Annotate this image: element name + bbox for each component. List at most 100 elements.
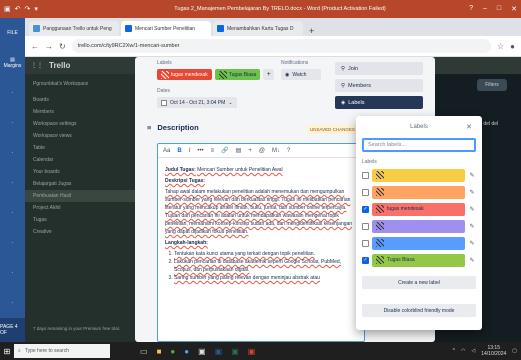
word-icon[interactable]: ▣ (215, 347, 223, 356)
tab-menambahkan-kartu[interactable]: Menambahkan Kartu Tugas D (213, 21, 303, 36)
margins-button[interactable]: ▤ Margins (0, 48, 25, 78)
date-button[interactable]: Oct 14 - Oct 21, 3:04 PM ⌄ (157, 97, 237, 108)
bold-button[interactable]: B (177, 148, 181, 154)
image-button[interactable]: ▤ (236, 147, 242, 154)
label-swatch[interactable] (372, 219, 465, 233)
trello-logo[interactable]: Trello (49, 61, 70, 70)
sidebar-item[interactable]: Members (25, 106, 135, 118)
minimize-icon[interactable]: – (483, 5, 487, 13)
label-swatch[interactable] (372, 185, 465, 199)
task-view-icon[interactable]: ▭ (140, 347, 148, 356)
ruler-marker: · (11, 180, 14, 186)
label-checkbox[interactable] (362, 239, 369, 247)
label-swatch[interactable]: tugas mendesak (372, 202, 465, 216)
create-label-text: Create a new label (398, 279, 440, 286)
watch-button[interactable]: ◉ Watch (281, 69, 321, 80)
taskbar-search[interactable]: ⌕ Type here to search (14, 344, 110, 358)
colorblind-mode-button[interactable]: Disable colorblind friendly mode (362, 304, 476, 317)
mention-button[interactable]: @ (259, 148, 265, 154)
explorer-icon[interactable]: ■ (157, 347, 162, 356)
volume-icon[interactable]: ◁ (471, 348, 475, 354)
chrome-icon[interactable]: ● (170, 347, 175, 356)
excel-icon[interactable]: ▣ (231, 347, 239, 356)
insert-button[interactable]: + (248, 148, 252, 154)
close-icon[interactable]: ✕ (466, 123, 472, 131)
tab-mencari-sumber[interactable]: Mencari Sumber Penelitian (121, 21, 211, 36)
desc-heading-text: Deskripsi Tugas: (165, 178, 205, 184)
label-row-yellow: ✎ (362, 168, 476, 182)
label-swatch[interactable] (372, 236, 465, 250)
redo-icon[interactable]: ↷ (25, 5, 31, 13)
customize-icon[interactable]: ▾ (34, 5, 38, 13)
task-title-line: Judul Tugas: Mencari Sumber untuk Peneli… (165, 166, 357, 174)
label-checkbox[interactable] (362, 188, 369, 196)
help-icon[interactable]: ? (469, 5, 473, 13)
sidebar-item[interactable]: Belajargati Jugas (25, 178, 135, 190)
text-style-button[interactable]: Aa (163, 148, 170, 154)
edit-pencil-icon[interactable]: ✎ (468, 189, 476, 196)
edit-pencil-icon[interactable]: ✎ (468, 223, 476, 230)
tab-trello-guide[interactable]: Panggunaan Trello untuk Peng (29, 21, 119, 36)
new-tab-button[interactable]: + (305, 26, 318, 36)
sidebar-item[interactable]: Project Akhil (25, 202, 135, 214)
apps-grid-icon[interactable]: ⋮⋮ (31, 62, 43, 69)
url-input[interactable]: trello.com/c/ty9RC2Xw/1-mencari-sumber (71, 39, 491, 53)
date-complete-checkbox[interactable] (161, 99, 167, 106)
label-checkbox[interactable] (362, 171, 369, 179)
store-icon[interactable]: ▣ (198, 347, 206, 356)
sidebar-item[interactable]: Calendar (25, 154, 135, 166)
sidebar-item[interactable]: Tugas (25, 214, 135, 226)
save-icon[interactable]: ▣ (4, 5, 11, 13)
italic-button[interactable]: I (189, 148, 191, 154)
more-format-button[interactable]: ••• (197, 148, 203, 154)
premium-trial-notice[interactable]: 7 days remaining in your Premium free tr… (25, 320, 120, 338)
forward-icon[interactable]: → (45, 42, 53, 51)
back-icon[interactable]: ← (31, 42, 39, 51)
edit-pencil-icon[interactable]: ✎ (468, 257, 476, 264)
description-heading: ≡ Description (147, 123, 199, 132)
label-checkbox[interactable] (362, 222, 369, 230)
powerpoint-icon[interactable]: ▣ (248, 347, 256, 356)
edit-pencil-icon[interactable]: ✎ (468, 172, 476, 179)
label-checkbox[interactable]: ✓ (362, 256, 369, 264)
members-button[interactable]: ⚲ Members (335, 79, 423, 92)
label-chip-normal[interactable]: Tugas Biasa (214, 69, 261, 80)
label-checkbox[interactable]: ✓ (362, 205, 369, 213)
markdown-button[interactable]: M↓ (272, 148, 280, 154)
sidebar-item[interactable]: Boards (25, 94, 135, 106)
wifi-icon[interactable]: ◠ (461, 348, 465, 354)
windows-start-icon[interactable]: ⊞ (0, 342, 14, 360)
help-button[interactable]: ? (287, 148, 290, 154)
edge-icon[interactable]: ● (184, 347, 189, 356)
create-label-button[interactable]: Create a new label (362, 276, 476, 289)
edit-pencil-icon[interactable]: ✎ (468, 206, 476, 213)
label-chip-urgent[interactable]: tugas mendesak (157, 69, 212, 80)
sidebar-item[interactable]: Workspace settings (25, 118, 135, 130)
notification-icon[interactable]: ▢ (512, 348, 517, 354)
bookmark-star-icon[interactable]: ☆ (497, 42, 504, 51)
sidebar-item[interactable]: Pembuatan Hasil (25, 190, 135, 202)
sidebar-item[interactable]: Table (25, 142, 135, 154)
profile-icon[interactable]: ● (510, 42, 515, 51)
clock[interactable]: 13:15 14/10/2024 (481, 345, 506, 357)
labels-button[interactable]: ◈ Labels (335, 96, 423, 109)
search-labels-input[interactable]: Search labels... (362, 138, 476, 152)
description-editor[interactable]: Aa B I ••• ≡ 🔗 ▤ + @ M↓ ? Judul Tugas: M… (157, 143, 365, 342)
undo-icon[interactable]: ↶ (15, 5, 21, 13)
sidebar-item[interactable]: Creative (25, 226, 135, 238)
label-swatch[interactable]: Tugas Biasa (372, 253, 465, 267)
chevron-up-icon[interactable]: ^ (453, 348, 455, 354)
file-tab[interactable]: FILE (0, 18, 25, 48)
close-icon[interactable]: ✕ (511, 5, 517, 13)
list-button[interactable]: ≡ (211, 148, 215, 154)
filters-button[interactable]: Filters (477, 79, 507, 91)
edit-pencil-icon[interactable]: ✎ (468, 240, 476, 247)
maximize-icon[interactable]: □ (497, 5, 501, 13)
workspace-name[interactable]: Pgrounbkat's Workspace (25, 74, 135, 94)
link-button[interactable]: 🔗 (221, 147, 228, 154)
label-swatch[interactable] (372, 168, 465, 182)
reload-icon[interactable]: ↻ (59, 42, 66, 51)
join-button[interactable]: ⚲ Join (335, 62, 423, 75)
card-actions: ⚲ Join ⚲ Members ◈ Labels (335, 62, 423, 113)
add-label-button[interactable]: + (263, 69, 275, 80)
